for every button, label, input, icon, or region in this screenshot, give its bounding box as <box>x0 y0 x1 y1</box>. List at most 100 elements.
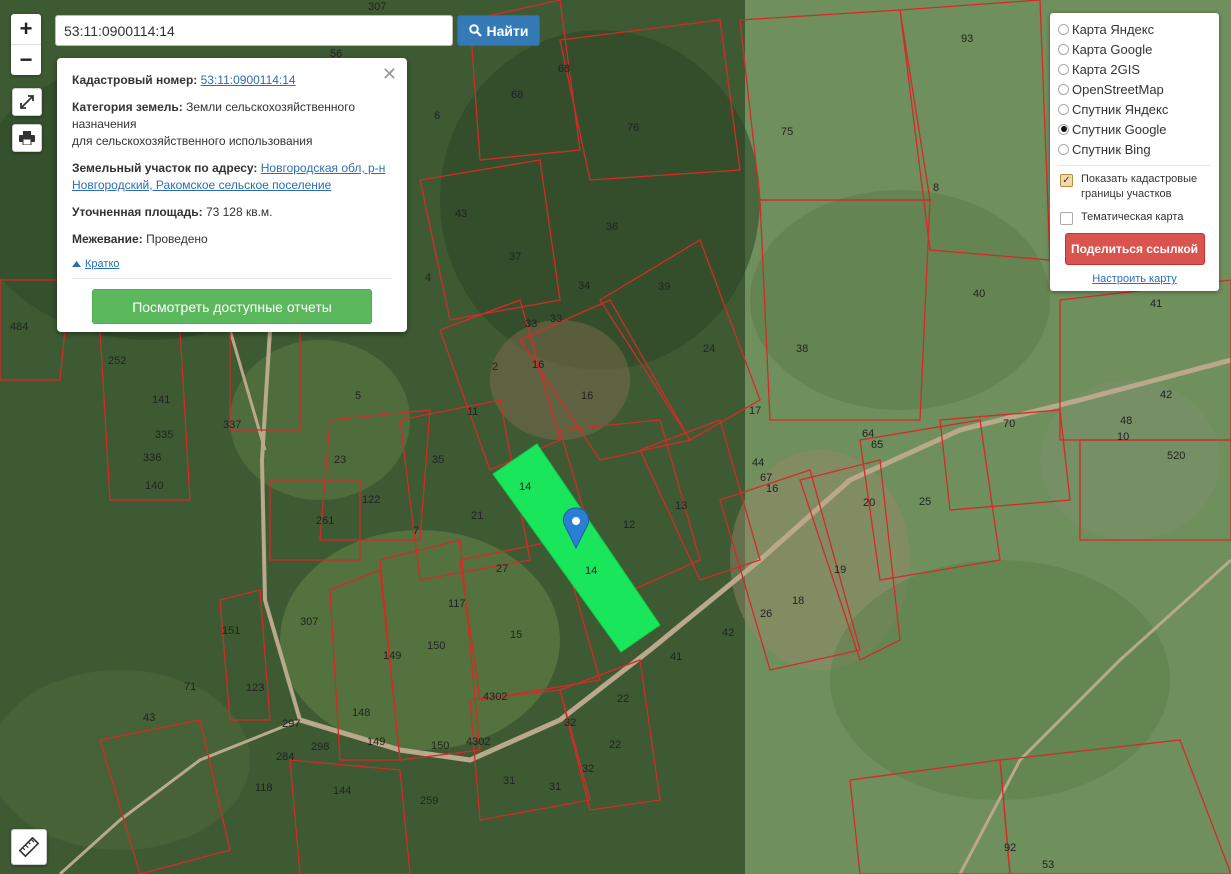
share-link-button[interactable]: Поделиться ссылкой <box>1064 233 1205 265</box>
layer-option-google-satellite[interactable]: Спутник Google <box>1058 119 1211 139</box>
radio-icon <box>1058 63 1069 75</box>
parcel-label: 4302 <box>466 736 490 748</box>
layer-option-2gis-map[interactable]: Карта 2GIS <box>1058 59 1211 79</box>
parcel-label: 261 <box>316 515 334 527</box>
layer-option-label: Спутник Google <box>1072 121 1167 137</box>
ruler-button[interactable] <box>11 829 47 865</box>
parcel-label: 4 <box>425 272 431 284</box>
expand-icon <box>20 95 34 109</box>
parcel-label: 40 <box>973 288 985 300</box>
parcel-label: 75 <box>781 126 793 138</box>
divider <box>1058 165 1211 166</box>
thematic-map-label: Тематическая карта <box>1081 211 1184 223</box>
parcel-label: 16 <box>581 390 593 402</box>
parcel-label: 24 <box>703 343 715 355</box>
parcel-label: 117 <box>448 598 466 610</box>
parcel-label: 43 <box>143 712 155 724</box>
radio-icon <box>1058 43 1069 55</box>
parcel-label: 33 <box>525 318 537 330</box>
parcel-label: 14 <box>519 481 531 493</box>
area-row: Уточненная площадь: 73 128 кв.м. <box>72 204 392 221</box>
parcel-label: 53 <box>1042 859 1054 871</box>
parcel-label: 13 <box>675 500 687 512</box>
parcel-label: 68 <box>558 63 570 75</box>
parcel-label: 31 <box>503 775 515 787</box>
search-input[interactable] <box>55 15 453 46</box>
parcel-label: 298 <box>311 741 329 753</box>
area-label: Уточненная площадь: <box>72 205 203 219</box>
parcel-label: 149 <box>367 736 385 748</box>
ruler-icon <box>19 837 39 857</box>
parcel-label: 284 <box>276 751 294 763</box>
parcel-label: 32 <box>582 763 594 775</box>
parcel-label: 34 <box>578 280 590 292</box>
cadastral-number-link[interactable]: 53:11:0900114:14 <box>201 73 296 87</box>
divider <box>72 278 392 279</box>
parcel-label: 68 <box>511 89 523 101</box>
parcel-label: 8 <box>933 182 939 194</box>
layer-option-label: Карта 2GIS <box>1072 61 1141 77</box>
search-icon <box>468 24 482 37</box>
layer-option-yandex-satellite[interactable]: Спутник Яндекс <box>1058 99 1211 119</box>
layer-option-yandex-map[interactable]: Карта Яндекс <box>1058 19 1211 39</box>
collapse-link[interactable]: Кратко <box>72 258 120 270</box>
parcel-label: 118 <box>255 782 273 794</box>
category-purpose: для сельскохозяйственного использования <box>72 134 313 148</box>
parcel-label: 4302 <box>483 691 507 703</box>
cadastral-label: Кадастровый номер: <box>72 73 198 87</box>
parcel-label: 148 <box>352 707 370 719</box>
print-icon <box>19 131 35 145</box>
layer-option-label: Спутник Bing <box>1072 141 1151 157</box>
parcel-label: 48 <box>1120 415 1132 427</box>
survey-value: Проведено <box>146 232 208 246</box>
radio-icon <box>1058 23 1069 35</box>
layer-option-label: Спутник Яндекс <box>1072 101 1169 117</box>
parcel-label: 18 <box>792 595 804 607</box>
parcel-label: 5 <box>355 390 361 402</box>
layer-option-osm[interactable]: OpenStreetMap <box>1058 79 1211 99</box>
radio-icon <box>1058 83 1069 95</box>
search-button[interactable]: Найти <box>457 15 540 46</box>
parcel-label: 307 <box>368 1 386 13</box>
parcel-label: 65 <box>871 439 883 451</box>
layer-option-bing-satellite[interactable]: Спутник Bing <box>1058 139 1211 159</box>
caret-up-icon <box>72 261 81 267</box>
parcel-label: 15 <box>510 629 522 641</box>
parcel-label: 17 <box>749 405 761 417</box>
parcel-label: 26 <box>760 608 772 620</box>
layer-option-label: Карта Яндекс <box>1072 21 1155 37</box>
parcel-label: 23 <box>334 454 346 466</box>
parcel-label: 7 <box>413 525 419 537</box>
parcel-label: 122 <box>362 494 380 506</box>
survey-row: Межевание: Проведено <box>72 231 392 248</box>
configure-map-link[interactable]: Настроить карту <box>1058 273 1211 285</box>
layers-panel: Карта Яндекс Карта Google Карта 2GIS Ope… <box>1050 13 1219 291</box>
category-row: Категория земель: Земли сельскохозяйстве… <box>72 99 392 150</box>
parcel-label: 21 <box>471 510 483 522</box>
parcel-label: 27 <box>496 563 508 575</box>
parcel-label: 297 <box>282 718 300 730</box>
close-icon[interactable]: ✕ <box>382 64 397 85</box>
zoom-in-button[interactable]: + <box>11 14 41 44</box>
parcel-label: 16 <box>766 483 778 495</box>
parcel-label: 6 <box>434 110 440 122</box>
fullscreen-button[interactable] <box>12 88 42 116</box>
layer-option-google-map[interactable]: Карта Google <box>1058 39 1211 59</box>
parcel-label: 335 <box>155 429 173 441</box>
thematic-map-checkbox[interactable]: Тематическая карта <box>1058 210 1211 225</box>
parcel-label: 14 <box>585 565 597 577</box>
area-value: 73 128 кв.м. <box>205 205 273 219</box>
parcel-label: 151 <box>222 625 240 637</box>
parcel-label: 37 <box>509 251 521 263</box>
parcel-label: 39 <box>658 281 670 293</box>
parcel-label: 20 <box>863 497 875 509</box>
view-reports-button[interactable]: Посмотреть доступные отчеты <box>92 289 372 324</box>
parcel-label: 484 <box>10 321 28 333</box>
zoom-out-button[interactable]: − <box>11 44 41 75</box>
print-button[interactable] <box>12 124 42 152</box>
parcel-label: 38 <box>796 343 808 355</box>
show-borders-checkbox[interactable]: ✓ Показать кадастровые границы участков <box>1058 172 1211 202</box>
parcel-label: 31 <box>549 781 561 793</box>
parcel-label: 123 <box>246 682 264 694</box>
parcel-label: 252 <box>108 355 126 367</box>
